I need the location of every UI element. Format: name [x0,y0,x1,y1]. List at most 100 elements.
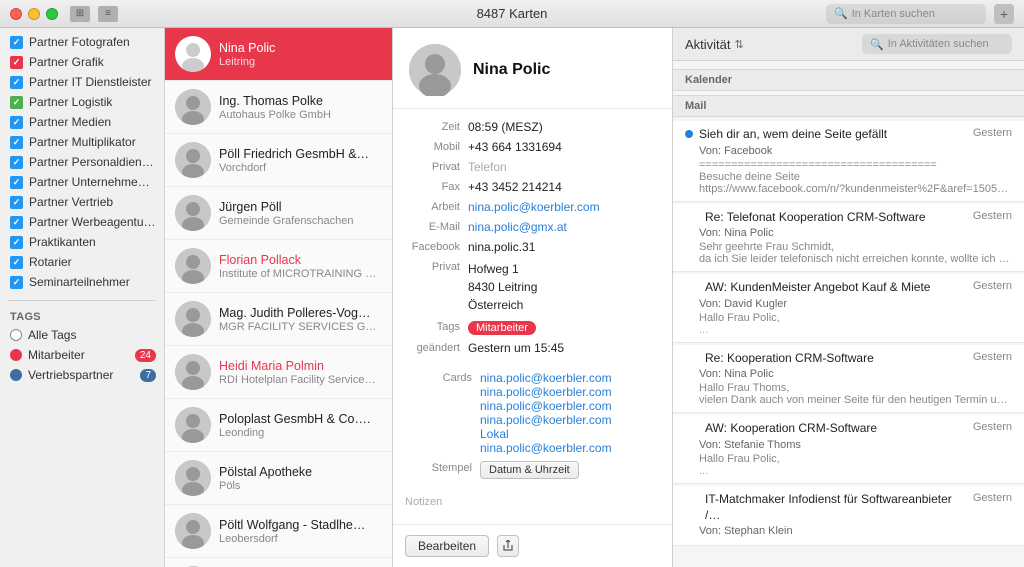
mail-subject: Re: Telefonat Kooperation CRM-Software [705,210,967,226]
mail-item-header: IT-Matchmaker Infodienst für Softwareanb… [685,492,1012,523]
column-view-icon[interactable]: ≡ [98,6,118,22]
share-button[interactable] [497,535,519,557]
sidebar-item-partner-unternehmen[interactable]: ✓Partner Unternehme… [0,172,164,192]
contact-name: Pöltl Wolfgang - Stadlhe… [219,518,382,532]
mail-item-mail4[interactable]: Re: Kooperation CRM-SoftwareGesternVon: … [673,345,1024,414]
mail-preview1: Sehr geehrte Frau Schmidt, [685,241,1012,253]
contact-name: Poloplast GesmbH & Co…. [219,412,382,426]
activity-scroll[interactable]: Kalender Mail Sieh dir an, wem deine Sei… [673,61,1024,567]
mail-item-mail1[interactable]: Sieh dir an, wem deine Seite gefälltGest… [673,121,1024,202]
field-label: Privat [405,260,460,273]
sidebar-item-partner-fotografen[interactable]: ✓Partner Fotografen [0,32,164,52]
mail-preview1: Hallo Frau Thoms, [685,382,1012,394]
bearbeiten-button[interactable]: Bearbeiten [405,535,489,557]
field-value: nina.polic.31 [468,240,660,254]
contact-item-florian-pollack[interactable]: Florian PollackInstitute of MICROTRAININ… [165,240,392,293]
card-link[interactable]: nina.polic@koerbler.com [480,371,648,385]
sidebar-item-partner-it[interactable]: ✓Partner IT Dienstleister [0,72,164,92]
contact-item-poloplast[interactable]: Poloplast GesmbH & Co….Leonding [165,399,392,452]
contact-item-poll-friedrich[interactable]: Pöll Friedrich GesmbH &…Vorchdorf [165,134,392,187]
window-controls [10,8,58,20]
field-label: Privat [405,160,460,173]
stempel-button[interactable]: Datum & Uhrzeit [480,461,579,479]
contact-info: Mag. Judith Polleres-Vog…MGR FACILITY SE… [219,306,382,333]
mail-item-mail3[interactable]: AW: KundenMeister Angebot Kauf & MieteGe… [673,274,1024,343]
search-icon: 🔍 [834,7,848,20]
activity-search[interactable]: 🔍 In Aktivitäten suchen [862,34,1012,54]
contact-item-polytec-elastoform[interactable]: Polytec Elastoform Gmb…Marchtrenk [165,558,392,567]
sort-icon[interactable]: ⇅ [735,38,744,51]
maximize-button[interactable] [46,8,58,20]
contact-avatar [175,513,211,549]
contact-item-jurgen-pöll[interactable]: Jürgen PöllGemeinde Grafenschachen [165,187,392,240]
field-row: Privat Hofweg 1 8430 Leitring Österreich [393,257,672,317]
sidebar-checkbox: ✓ [10,116,23,129]
field-row: Facebooknina.polic.31 [393,237,672,257]
sidebar-item-label: Partner Multiplikator [29,135,136,149]
field-value: +43 3452 214214 [468,180,660,194]
field-row: Zeit08:59 (MESZ) [393,117,672,137]
mail-item-mail2[interactable]: Re: Telefonat Kooperation CRM-SoftwareGe… [673,204,1024,273]
card-link[interactable]: Lokal [480,427,648,441]
card-link[interactable]: nina.polic@koerbler.com [480,413,648,427]
contact-info: Poloplast GesmbH & Co….Leonding [219,412,382,439]
field-value: Hofweg 1 8430 Leitring Österreich [468,260,660,314]
sidebar-item-label: Partner Werbeagentu… [29,215,156,229]
field-row: TagsMitarbeiter [393,317,672,338]
mail-date: Gestern [973,492,1012,504]
tag-dot [10,329,22,341]
contact-item-poltl-wolfgang[interactable]: Pöltl Wolfgang - Stadlhe…Leobersdorf [165,505,392,558]
mail-preview2: Besuche deine Seite [685,171,1012,183]
sidebar-item-partner-medien[interactable]: ✓Partner Medien [0,112,164,132]
contact-name: Pölstal Apotheke [219,465,382,479]
mail-subject: AW: Kooperation CRM-Software [705,421,967,437]
tag-dot [10,349,22,361]
contact-sub: Leitring [219,56,382,68]
close-button[interactable] [10,8,22,20]
card-link[interactable]: nina.polic@koerbler.com [480,385,648,399]
contact-item-nina-polic[interactable]: Nina PolicLeitring [165,28,392,81]
activity-search-placeholder: In Aktivitäten suchen [888,38,989,50]
mail-item-mail6[interactable]: IT-Matchmaker Infodienst für Softwareanb… [673,486,1024,546]
sidebar-item-partner-vertrieb[interactable]: ✓Partner Vertrieb [0,192,164,212]
sidebar-item-partner-personal[interactable]: ✓Partner Personaldien… [0,152,164,172]
sidebar-item-partner-grafik[interactable]: ✓Partner Grafik [0,52,164,72]
sidebar-item-partner-werbung[interactable]: ✓Partner Werbeagentu… [0,212,164,232]
mail-item-header: AW: KundenMeister Angebot Kauf & MieteGe… [685,280,1012,296]
contact-name: Mag. Judith Polleres-Vog… [219,306,382,320]
contact-info: Nina PolicLeitring [219,41,382,68]
tag-item-mitarbeiter[interactable]: Mitarbeiter24 [0,345,164,365]
tag-item-vertriebspartner[interactable]: Vertriebspartner7 [0,365,164,385]
field-value: Mitarbeiter [468,320,660,335]
contact-item-thomas-polke[interactable]: Ing. Thomas PolkeAutohaus Polke GmbH [165,81,392,134]
list-view-icon[interactable]: ⊞ [70,6,90,22]
sidebar-item-rotarier[interactable]: ✓Rotarier [0,252,164,272]
card-link[interactable]: nina.polic@koerbler.com [480,399,648,413]
contact-avatar [175,142,211,178]
contact-item-pölstal-apotheke[interactable]: Pölstal ApothekePöls [165,452,392,505]
add-button[interactable]: + [994,4,1014,24]
tag-count: 7 [140,369,156,382]
sidebar-item-praktikanten[interactable]: ✓Praktikanten [0,232,164,252]
sidebar-checkbox: ✓ [10,276,23,289]
global-search[interactable]: 🔍 In Karten suchen [826,4,986,24]
contact-info: Florian PollackInstitute of MICROTRAININ… [219,253,382,280]
sidebar-item-seminarteilnehmer[interactable]: ✓Seminarteilnehmer [0,272,164,292]
field-row: Arbeitnina.polic@koerbler.com [393,197,672,217]
minimize-button[interactable] [28,8,40,20]
mail-preview1: Hallo Frau Polic, [685,312,1012,324]
field-value[interactable]: nina.polic@koerbler.com [468,200,660,214]
sidebar-item-label: Partner IT Dienstleister [29,75,152,89]
cards-row: Cards nina.polic@koerbler.comnina.polic@… [405,368,660,458]
card-link[interactable]: nina.polic@koerbler.com [480,441,648,455]
field-value[interactable]: nina.polic@gmx.at [468,220,660,234]
contact-item-heidi-polmin[interactable]: Heidi Maria PolminRDI Hotelplan Facility… [165,346,392,399]
sidebar-item-partner-logistik[interactable]: ✓Partner Logistik [0,92,164,112]
contact-item-judith-polleres[interactable]: Mag. Judith Polleres-Vog…MGR FACILITY SE… [165,293,392,346]
toolbar-icons: ⊞ ≡ [70,6,118,22]
sidebar-item-partner-multiplikator[interactable]: ✓Partner Multiplikator [0,132,164,152]
tag-item-alle-tags[interactable]: Alle Tags [0,325,164,345]
mail-item-mail5[interactable]: AW: Kooperation CRM-SoftwareGesternVon: … [673,415,1024,484]
mail-from: Von: David Kugler [685,298,1012,310]
sidebar-item-label: Partner Vertrieb [29,195,113,209]
